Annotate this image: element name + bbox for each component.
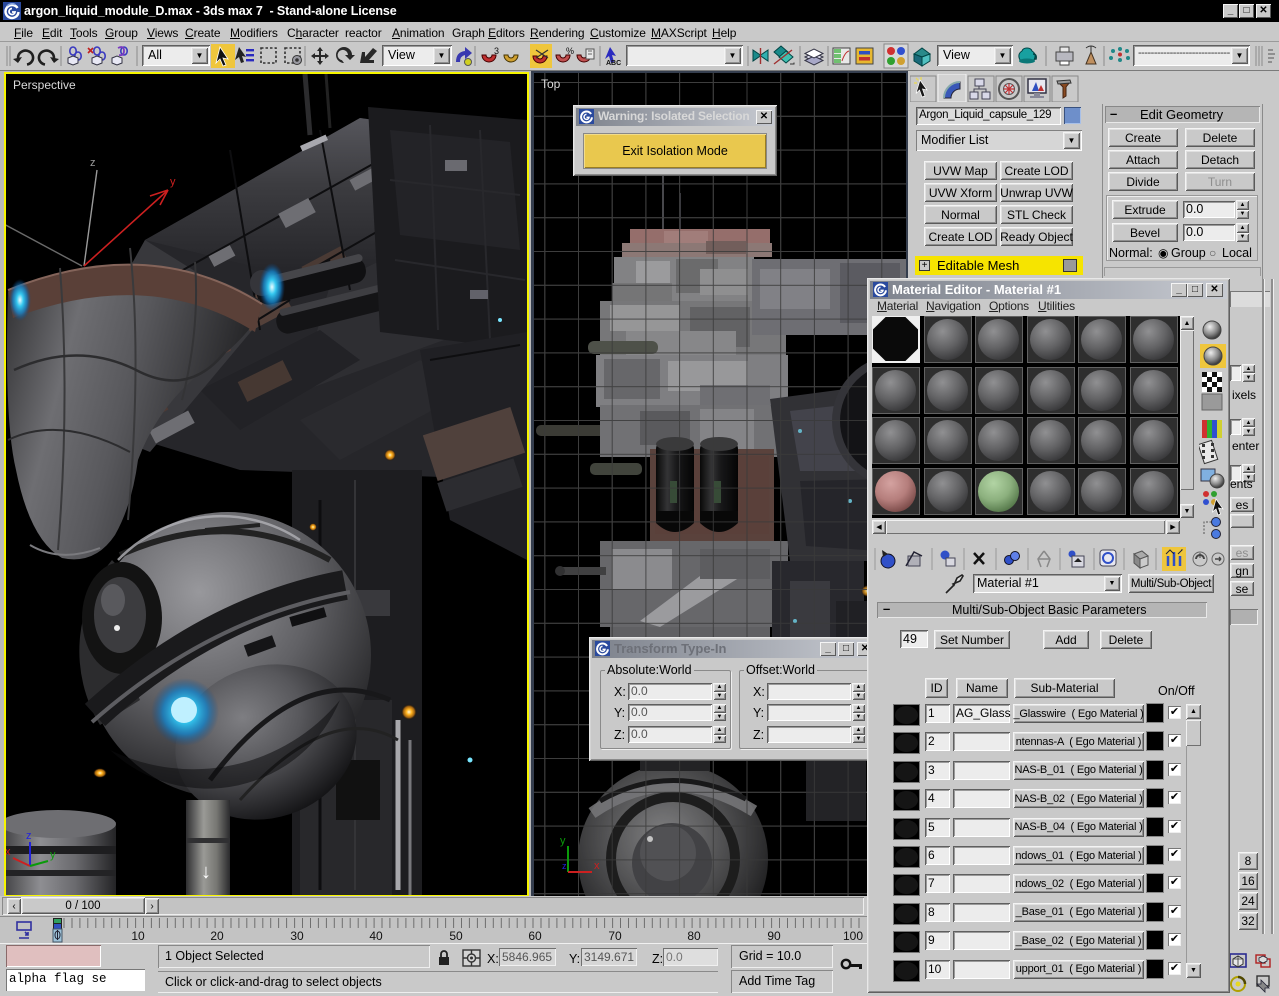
- svg-text:30: 30: [290, 929, 304, 943]
- svg-text:50: 50: [449, 929, 463, 943]
- svg-text:↓: ↓: [201, 861, 211, 883]
- svg-text:ABC: ABC: [606, 60, 621, 67]
- svg-text:20: 20: [210, 929, 224, 943]
- svg-text:3: 3: [494, 46, 499, 56]
- svg-text:40: 40: [369, 929, 383, 943]
- svg-text:y: y: [170, 176, 176, 188]
- svg-text:80: 80: [687, 929, 701, 943]
- svg-text:z: z: [26, 830, 32, 842]
- svg-text:y: y: [560, 835, 566, 847]
- svg-text:100: 100: [843, 929, 863, 943]
- svg-text:y: y: [50, 849, 56, 861]
- svg-text:60: 60: [528, 929, 542, 943]
- svg-text:z: z: [90, 157, 96, 169]
- svg-text:z: z: [562, 861, 567, 871]
- svg-text:70: 70: [608, 929, 622, 943]
- svg-text:90: 90: [767, 929, 781, 943]
- svg-text:%: %: [566, 46, 574, 56]
- svg-text:x: x: [6, 846, 11, 858]
- svg-text:10: 10: [131, 929, 145, 943]
- svg-text:x: x: [594, 860, 600, 872]
